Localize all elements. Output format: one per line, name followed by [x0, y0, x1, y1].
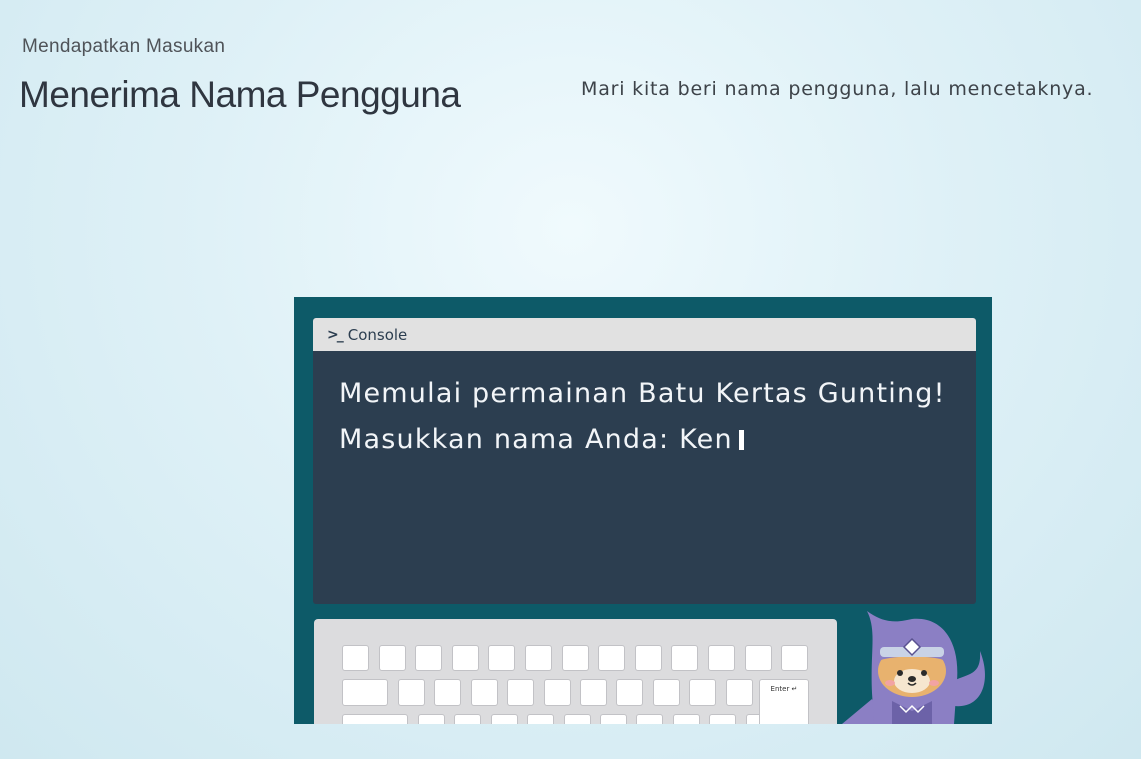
- console-line-2: Masukkan nama Anda: Ken: [339, 417, 950, 463]
- enter-key: Enter ↵: [759, 679, 809, 724]
- keyboard-key: [636, 714, 664, 724]
- keyboard-illustration: Enter ↵: [314, 619, 837, 724]
- keyboard-key: [708, 645, 735, 671]
- lesson-subtitle: Mendapatkan Masukan: [22, 36, 226, 57]
- keyboard-key: [507, 679, 535, 706]
- keyboard-key: [672, 714, 700, 724]
- keyboard-key: [454, 714, 482, 724]
- keyboard-key: [490, 714, 518, 724]
- keyboard-key: [398, 679, 425, 706]
- ninja-mascot: [842, 611, 985, 724]
- keyboard-key: [563, 714, 591, 724]
- text-cursor: [738, 430, 744, 450]
- keyboard-key: [600, 714, 627, 724]
- keyboard-key: [561, 645, 589, 671]
- console-tab-label: Console: [347, 325, 408, 344]
- keyboard-key: [725, 679, 753, 706]
- keyboard-key: [598, 645, 626, 671]
- keyboard-key: [525, 645, 552, 671]
- console-panel: >_ Console Memulai permainan Batu Kertas…: [313, 318, 976, 604]
- keyboard-key: [378, 645, 406, 671]
- terminal-prompt-icon: >_: [327, 326, 344, 343]
- illustration-stage: >_ Console Memulai permainan Batu Kertas…: [294, 297, 992, 724]
- keyboard-key: [470, 679, 498, 706]
- lesson-title: Menerima Nama Pengguna: [19, 74, 461, 115]
- keyboard-key: [451, 645, 479, 671]
- keyboard-key: [434, 679, 462, 706]
- keyboard-key: [580, 679, 607, 706]
- keyboard-key: [418, 714, 445, 724]
- console-line-2-text: Masukkan nama Anda: Ken: [339, 424, 733, 455]
- keyboard-key: [634, 645, 662, 671]
- keyboard-key: [671, 645, 699, 671]
- keyboard-key: [652, 679, 680, 706]
- keyboard-key: [342, 679, 388, 706]
- keyboard-key: [342, 645, 369, 671]
- keyboard-key: [527, 714, 555, 724]
- keyboard-key: [709, 714, 737, 724]
- keyboard-key: [781, 645, 809, 671]
- console-line-1: Memulai permainan Batu Kertas Gunting!: [339, 378, 946, 409]
- keyboard-key: [543, 679, 571, 706]
- keyboard-key: [616, 679, 644, 706]
- keyboard-key: [744, 645, 772, 671]
- keyboard-key: [415, 645, 443, 671]
- console-output: Memulai permainan Batu Kertas Gunting! M…: [313, 351, 976, 483]
- lesson-description: Mari kita beri nama pengguna, lalu mence…: [581, 78, 1094, 100]
- keyboard-key: [689, 679, 717, 706]
- keyboard-key: [342, 714, 408, 724]
- enter-key-label: Enter ↵: [770, 685, 798, 693]
- keyboard-key: [488, 645, 516, 671]
- console-tab: >_ Console: [313, 318, 976, 351]
